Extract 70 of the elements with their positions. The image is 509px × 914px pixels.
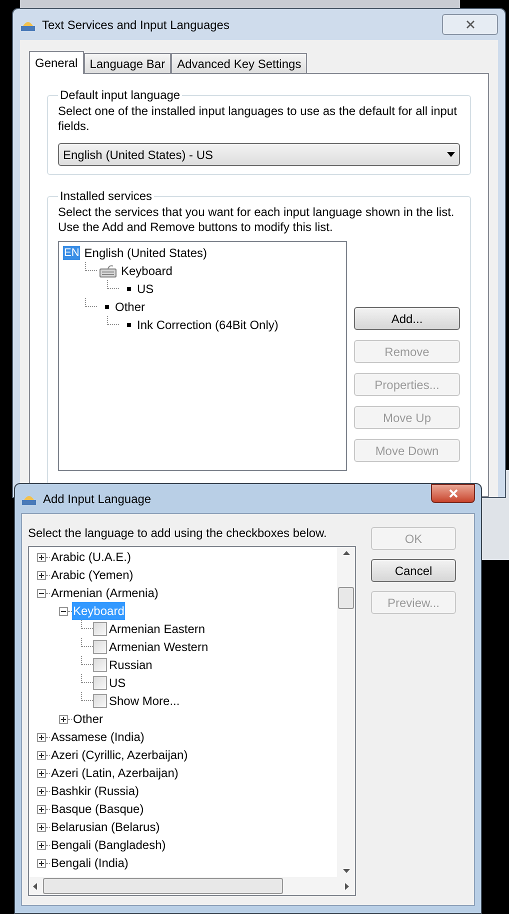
close-icon (448, 489, 458, 498)
expand-icon[interactable] (37, 786, 46, 796)
horizontal-scrollbar[interactable] (29, 877, 355, 895)
dialog-button[interactable]: Cancel (371, 559, 456, 582)
expand-icon[interactable] (37, 552, 46, 562)
caret-icon (447, 152, 455, 157)
bullet-icon (127, 287, 131, 291)
tree-item[interactable]: Armenian Eastern (109, 620, 206, 638)
tab[interactable]: General (29, 51, 84, 74)
tree-item[interactable]: Azeri (Cyrillic, Azerbaijan) (50, 746, 189, 764)
vertical-scrollbar[interactable] (337, 547, 355, 877)
tab[interactable]: Language Bar (84, 53, 172, 73)
scroll-right-arrow-icon[interactable] (345, 882, 349, 890)
language-dropdown[interactable]: English (United States) - US (58, 143, 460, 166)
checkbox[interactable] (93, 622, 107, 636)
expand-icon[interactable] (37, 840, 46, 850)
tree-item[interactable]: Arabic (U.A.E.) (50, 548, 132, 566)
expand-icon[interactable] (37, 750, 46, 760)
bullet-icon (127, 323, 131, 327)
tree-item[interactable]: English (United States) (84, 244, 208, 262)
collapse-icon[interactable] (37, 588, 46, 598)
tree-item[interactable]: US (109, 674, 126, 692)
scroll-up-arrow-icon[interactable] (342, 551, 350, 555)
window-title: Text Services and Input Languages (42, 16, 230, 34)
scroll-down-arrow-icon[interactable] (342, 869, 350, 873)
expand-icon[interactable] (37, 732, 46, 742)
expand-icon[interactable] (59, 714, 68, 724)
instruction-text: Select the language to add using the checkboxes below. (28, 525, 328, 542)
checkbox[interactable] (93, 640, 107, 654)
expand-icon[interactable] (37, 804, 46, 814)
window-title: Add Input Language (43, 490, 152, 508)
language-badge: EN (63, 246, 80, 260)
tree-item[interactable]: Basque (Basque) (50, 800, 145, 818)
group-description: Select the services that you want for each input language shown in the list. Use the Add and Remove buttons to modify this list. (58, 205, 456, 235)
tab[interactable]: Advanced Key Settings (171, 53, 308, 73)
close-button[interactable] (431, 484, 475, 503)
tree-item[interactable]: Ink Correction (64Bit Only) (137, 316, 278, 334)
bullet-icon (105, 305, 109, 309)
checkbox[interactable] (93, 694, 107, 708)
tree-item[interactable]: Belarusian (Belarus) (50, 818, 161, 836)
tree-item[interactable]: Show More... (109, 692, 180, 710)
tree-item[interactable]: Armenian (Armenia) (50, 584, 160, 602)
tree-item[interactable]: Keyboard (121, 262, 172, 280)
checkbox[interactable] (93, 658, 107, 672)
tree-item[interactable]: Azeri (Latin, Azerbaijan) (50, 764, 180, 782)
expand-icon[interactable] (37, 858, 46, 868)
tree-item[interactable]: Armenian Western (109, 638, 208, 656)
tree-item[interactable]: Bashkir (Russia) (50, 782, 140, 800)
expand-icon[interactable] (37, 768, 46, 778)
tree-item[interactable]: Other (115, 298, 146, 316)
group-title: Default input language (59, 87, 182, 104)
scrollbar-thumb[interactable] (43, 878, 283, 894)
expand-icon[interactable] (37, 822, 46, 832)
scrollbar-thumb[interactable] (338, 587, 354, 609)
group-description: Select one of the installed input languages to use as the default for all input fields. (58, 104, 458, 134)
checkbox[interactable] (93, 676, 107, 690)
tree-item[interactable]: Bengali (India) (50, 854, 130, 872)
group-title: Installed services (59, 188, 154, 205)
dialog-button[interactable]: Add... (354, 307, 460, 330)
tree-item[interactable]: Russian (109, 656, 152, 674)
collapse-icon[interactable] (59, 606, 68, 616)
tree-item[interactable]: Bengali (Bangladesh) (50, 836, 167, 854)
tree-item[interactable]: Arabic (Yemen) (50, 566, 134, 584)
tree-item[interactable]: Other (72, 710, 104, 728)
keyboard-icon (99, 264, 117, 278)
tree-item[interactable]: Assamese (India) (50, 728, 146, 746)
scroll-left-arrow-icon[interactable] (33, 882, 37, 890)
expand-icon[interactable] (37, 570, 46, 580)
close-icon (466, 20, 474, 29)
tree-item[interactable]: US (137, 280, 154, 298)
